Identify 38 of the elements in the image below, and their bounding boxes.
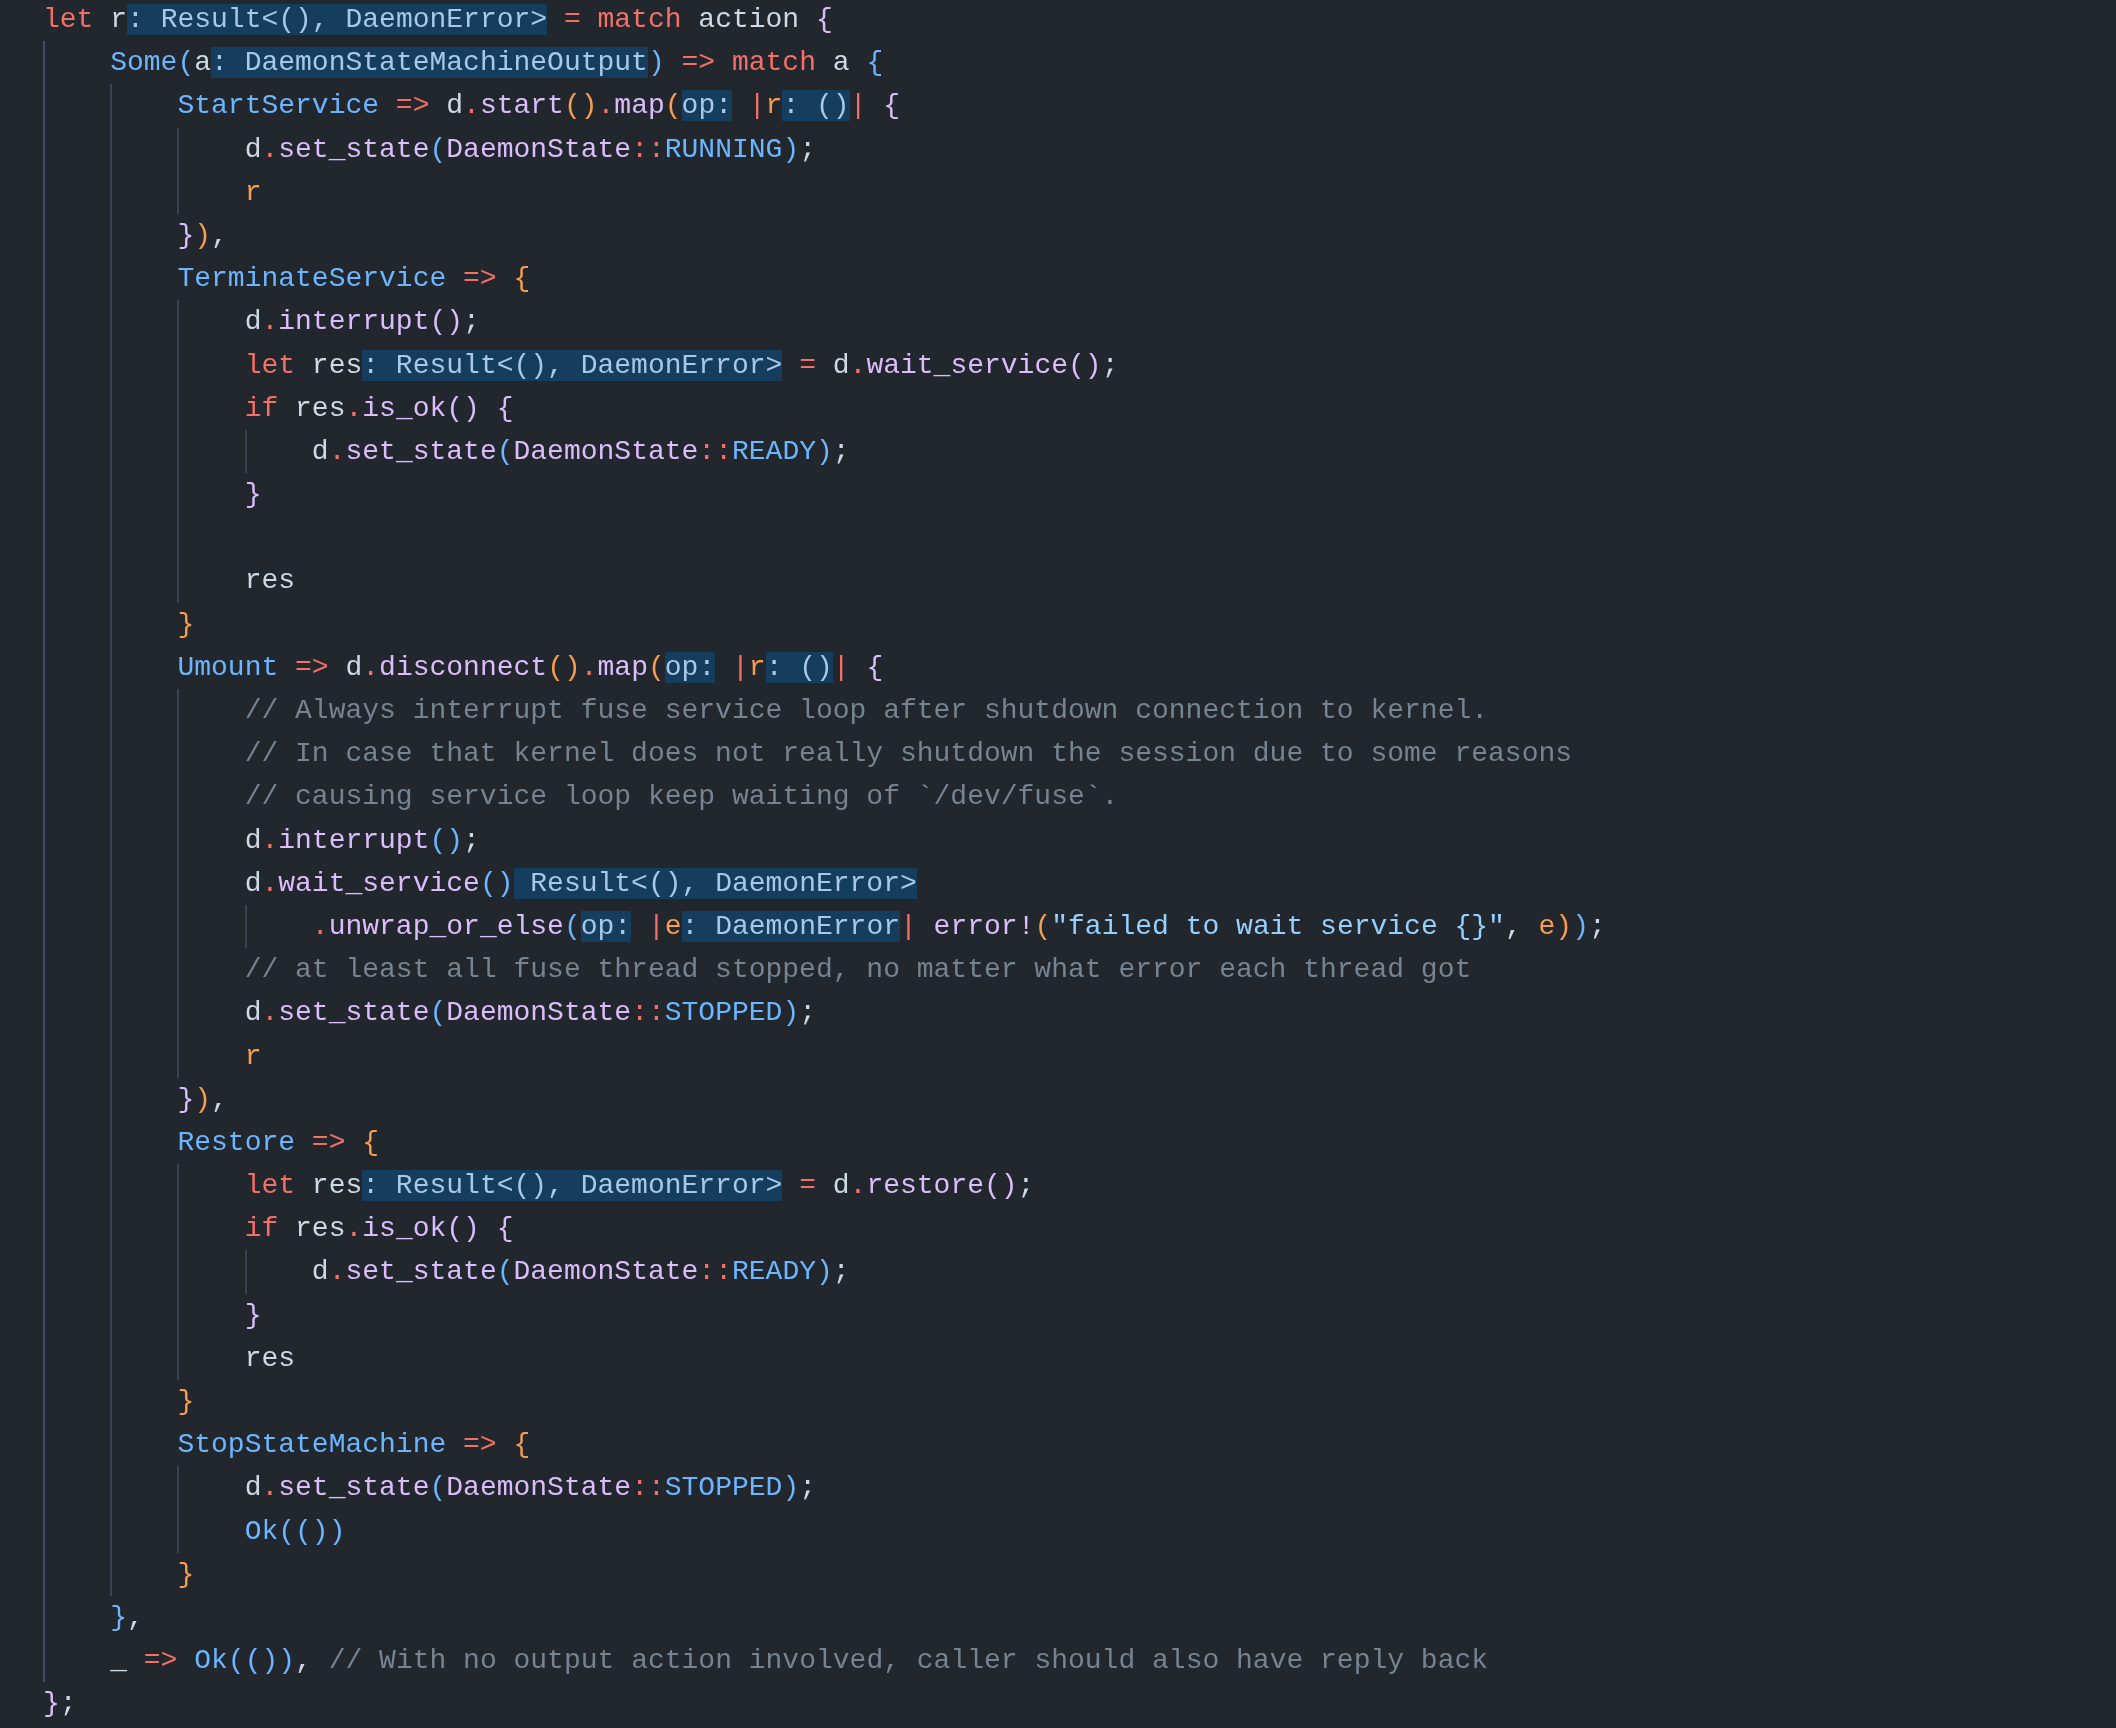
code-line: d.set_state(DaemonState::RUNNING); — [243, 133, 816, 165]
code-comment: // at least all fuse thread stopped, no matter what error each thread got — [243, 954, 1472, 986]
code-comment: // Always interrupt fuse service loop after shutdown connection to kernel. — [243, 695, 1489, 726]
code-line: } — [243, 1299, 262, 1331]
code-line: }; — [43, 1688, 77, 1720]
code-line: d.interrupt(); — [243, 824, 480, 856]
code-line: if res.is_ok() { — [243, 1213, 514, 1245]
code-line: Some(a: DaemonStateMachineOutput) => match a { — [109, 47, 884, 79]
code-line: .unwrap_or_else(op: |e: DaemonError| error!("failed to wait service {}", e)); — [310, 910, 1606, 942]
code-line: }), — [176, 219, 228, 251]
code-comment: // In case that kernel does not really shutdown the session due to some reasons — [243, 738, 1573, 770]
code-line: d.set_state(DaemonState::READY); — [310, 435, 850, 467]
code-line: } — [176, 1558, 195, 1590]
code-line: } — [243, 479, 262, 511]
code-line: res — [243, 1342, 296, 1374]
code-line: _ => Ok(()), // With no output action involved, caller should also have reply back — [109, 1645, 1489, 1677]
code-line: StopStateMachine => { — [176, 1429, 531, 1461]
code-line: TerminateService => { — [176, 263, 531, 295]
code-line: Restore => { — [176, 1126, 380, 1158]
code-line: d.set_state(DaemonState::STOPPED); — [243, 1472, 816, 1504]
code-line: } — [176, 1386, 195, 1417]
code-line: }), — [176, 1083, 228, 1115]
code-line: Umount => d.disconnect().map(op: |r: ()| { — [176, 651, 884, 683]
code-line: Ok(()) — [243, 1515, 346, 1547]
code-line: res — [243, 565, 296, 597]
code-line: r — [243, 1040, 262, 1072]
code-line: r — [243, 176, 262, 208]
code-line: d.wait_service() Result<(), DaemonError> — [243, 867, 917, 899]
code-line: }, — [109, 1601, 144, 1633]
code-line: if res.is_ok() { — [243, 392, 514, 424]
code-line: let r: Result<(), DaemonError> = match action { — [43, 4, 833, 35]
code-line: } — [176, 608, 195, 640]
code-line: StartService => d.start().map(op: |r: ()| { — [176, 90, 901, 122]
code-line: let res: Result<(), DaemonError> = d.wait_service(); — [243, 349, 1119, 381]
code-line: d.set_state(DaemonState::STOPPED); — [243, 997, 816, 1029]
code-line: d.interrupt(); — [243, 306, 480, 338]
code-line: d.set_state(DaemonState::READY); — [310, 1256, 850, 1288]
code-comment: // causing service loop keep waiting of `/dev/fuse`. — [243, 781, 1119, 813]
